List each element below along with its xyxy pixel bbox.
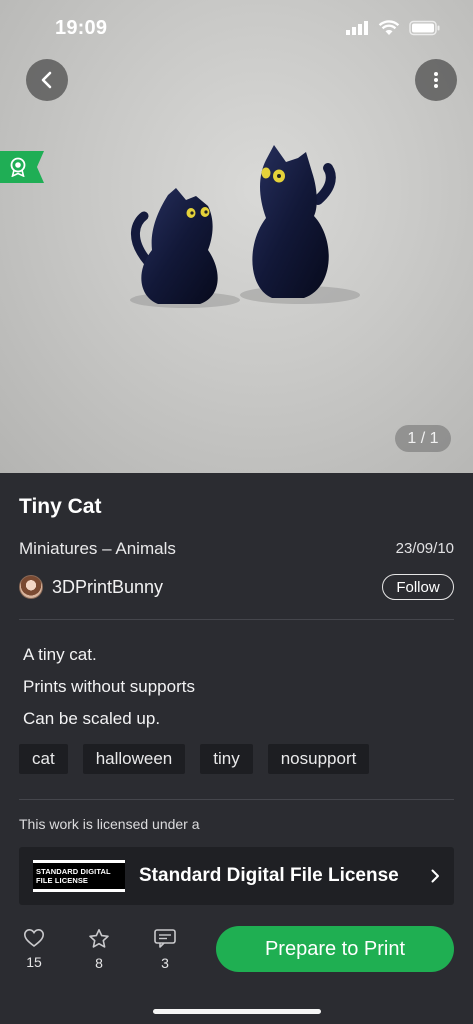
license-note: This work is licensed under a bbox=[19, 816, 200, 832]
model-category[interactable]: Miniatures – Animals bbox=[19, 539, 176, 559]
author-row: 3DPrintBunny Follow bbox=[19, 573, 454, 601]
comment-icon bbox=[154, 929, 176, 948]
follow-button[interactable]: Follow bbox=[382, 574, 454, 600]
tag-list: cat halloween tiny nosupport bbox=[19, 744, 370, 774]
image-page-indicator: 1 / 1 bbox=[395, 425, 451, 452]
description-line: A tiny cat. bbox=[23, 645, 97, 664]
publish-date: 23/09/10 bbox=[395, 540, 454, 557]
tag-nosupport[interactable]: nosupport bbox=[267, 744, 370, 774]
tag-halloween[interactable]: halloween bbox=[82, 744, 186, 774]
license-logo-line: STANDARD DIGITAL bbox=[36, 867, 111, 876]
tiny-cat-photo bbox=[130, 145, 360, 308]
description-line: Prints without supports bbox=[23, 677, 195, 696]
status-icons bbox=[345, 20, 441, 36]
bottom-action-bar: 15 8 3 Prepare to Print bbox=[0, 912, 473, 1024]
signal-icon bbox=[346, 21, 368, 35]
like-count: 15 bbox=[26, 954, 42, 970]
award-ribbon-icon bbox=[10, 157, 26, 177]
prepare-to-print-button[interactable]: Prepare to Print bbox=[216, 926, 454, 972]
wifi-icon bbox=[378, 20, 400, 35]
status-bar: 19:09 bbox=[0, 0, 473, 56]
description-line: Can be scaled up. bbox=[23, 709, 161, 728]
heart-icon bbox=[23, 928, 45, 948]
model-image[interactable]: 19:09 1 / 1 bbox=[0, 0, 473, 473]
more-options-button[interactable] bbox=[415, 59, 457, 101]
battery-icon bbox=[409, 20, 440, 36]
chevron-right-icon bbox=[430, 868, 440, 884]
model-title: Tiny Cat bbox=[19, 495, 102, 518]
author-name[interactable]: 3DPrintBunny bbox=[52, 577, 163, 598]
license-name: Standard Digital File License bbox=[139, 865, 399, 886]
tag-cat[interactable]: cat bbox=[19, 744, 68, 774]
license-logo-line: FILE LICENSE bbox=[36, 876, 89, 885]
model-description: A tiny cat. Prints without supports Can … bbox=[23, 639, 195, 735]
divider bbox=[19, 619, 454, 620]
license-logo: STANDARD DIGITAL FILE LICENSE bbox=[33, 860, 125, 892]
back-button[interactable] bbox=[26, 59, 68, 101]
divider bbox=[19, 799, 454, 800]
chevron-left-icon bbox=[41, 71, 52, 89]
star-icon bbox=[89, 929, 109, 948]
like-button[interactable]: 15 bbox=[14, 928, 54, 970]
home-indicator bbox=[153, 1009, 321, 1014]
collect-count: 8 bbox=[95, 955, 103, 971]
license-card[interactable]: STANDARD DIGITAL FILE LICENSE Standard D… bbox=[19, 847, 454, 905]
collect-button[interactable]: 8 bbox=[79, 928, 119, 971]
status-time: 19:09 bbox=[55, 16, 108, 39]
avatar[interactable] bbox=[19, 575, 43, 599]
comment-button[interactable]: 3 bbox=[145, 928, 185, 971]
more-vertical-icon bbox=[434, 72, 438, 88]
tag-tiny[interactable]: tiny bbox=[200, 744, 253, 774]
comment-count: 3 bbox=[161, 955, 169, 971]
